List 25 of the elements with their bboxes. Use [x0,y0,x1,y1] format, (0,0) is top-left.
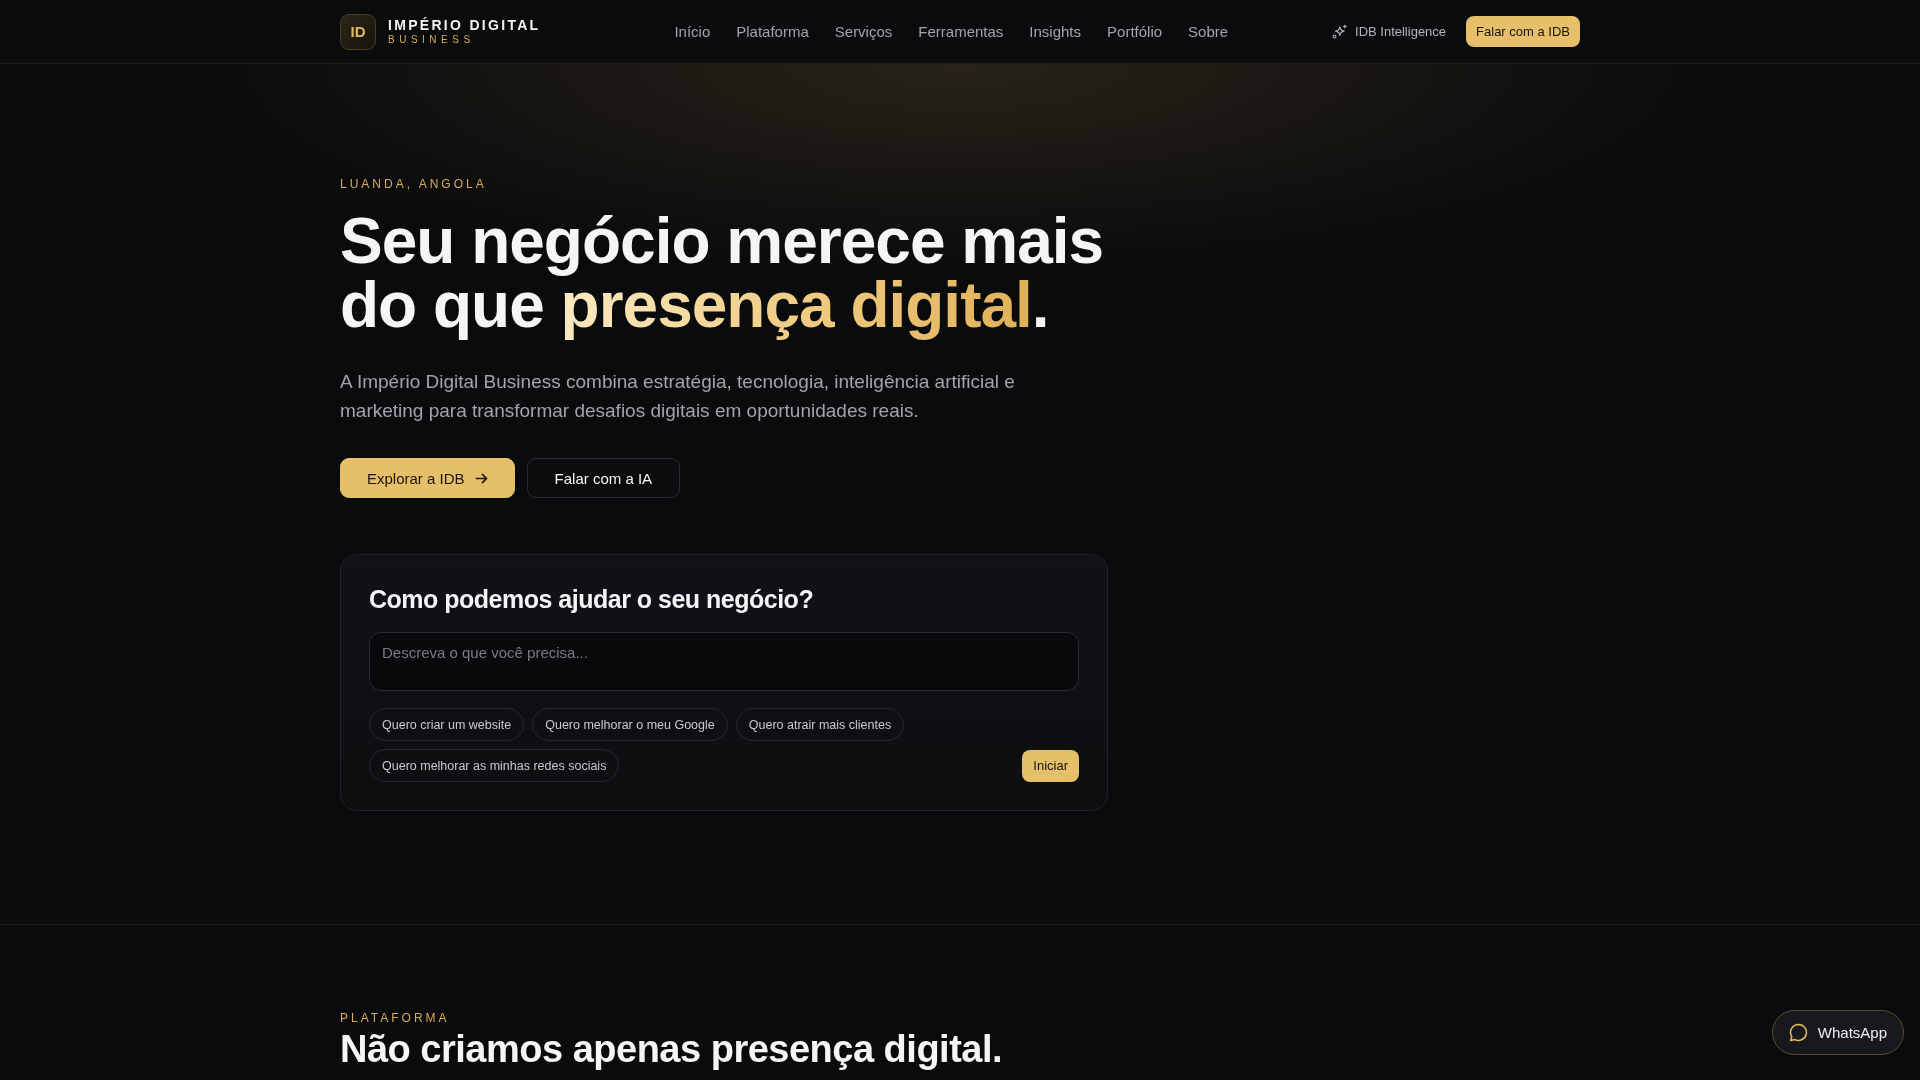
whatsapp-button[interactable]: WhatsApp [1771,1010,1904,1055]
ai-link[interactable]: IDB Intelligence [1332,24,1447,39]
card-title: Como podemos ajudar o seu negócio? [369,584,815,615]
brand-tagline: BUSINESS [388,35,476,45]
hero-description: A Império Digital Business combina estratégia, tecnologia, inteligência artificial e marketing para transformar desafios digitais em oportunidades reais. [340,370,1016,423]
chat-bubble-icon [1788,1023,1808,1042]
logo-mark: ID [340,13,376,50]
nav-link[interactable]: Ferramentas [918,23,1004,40]
nav-link[interactable]: Plataforma [736,23,809,40]
sparkle-icon [1332,24,1347,39]
section-heading: Não criamos apenas presença digital. [340,1029,1004,1069]
nav-link[interactable]: Início [674,23,711,40]
section-label: PLATAFORMA [340,1010,451,1026]
nav-link[interactable]: Portfólio [1107,23,1163,40]
start-button[interactable]: Iniciar [1022,749,1079,782]
brand-name: IMPÉRIO DIGITAL [388,18,541,32]
nav-link[interactable]: Serviços [834,23,893,40]
description-field[interactable]: Descreva o que você precisa... [369,632,1079,691]
chat-button[interactable]: Falar com a IA [526,458,681,498]
nav-link[interactable]: Sobre [1188,23,1229,40]
nav-link[interactable]: Insights [1029,23,1082,40]
arrow-right-icon [474,471,488,485]
contact-button[interactable]: Falar com a IDB [1466,16,1580,47]
location-label: LUANDA, ANGOLA [340,176,488,192]
explore-button[interactable]: Explorar a IDB [340,458,515,498]
